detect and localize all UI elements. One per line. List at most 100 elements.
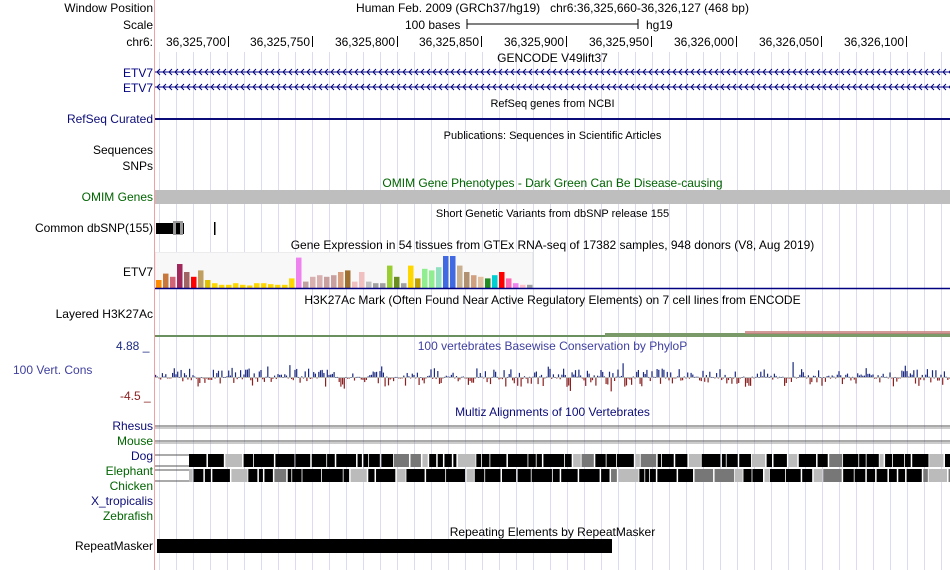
gtex-tissue-bar: [373, 283, 379, 288]
gtex-tissue-bar: [338, 272, 344, 288]
scale-bar-text: 100 bases: [405, 18, 461, 32]
gtex-tissue-bar: [296, 257, 302, 288]
publications-sequences-label[interactable]: Sequences: [93, 143, 153, 157]
species-label-dog[interactable]: Dog: [131, 449, 153, 463]
multiz-track-title: Multiz Alignments of 100 Vertebrates: [455, 405, 650, 419]
gtex-tissue-bar: [457, 265, 463, 288]
publications-snps-label[interactable]: SNPs: [122, 159, 153, 173]
ruler-tick-mark: [651, 36, 652, 47]
gtex-track-title: Gene Expression in 54 tissues from GTEx …: [290, 238, 815, 252]
gtex-tissue-bar: [499, 272, 505, 288]
gtex-tissue-bar: [275, 284, 281, 288]
ruler-tick-label: 36,325,750: [249, 35, 310, 49]
phylop-max-label: 4.88 _: [116, 339, 150, 353]
species-label-elephant[interactable]: Elephant: [106, 464, 153, 478]
gtex-tissue-bar: [261, 283, 267, 288]
phylop-min-label: -4.5 _: [120, 389, 151, 403]
gtex-tissue-bar: [191, 276, 197, 288]
ruler-tick-mark: [906, 36, 907, 47]
scale-assembly: hg19: [646, 18, 673, 32]
gtex-tissue-bar: [387, 265, 393, 288]
gtex-tissue-bar: [317, 275, 323, 288]
ruler-tick-mark: [821, 36, 822, 47]
gtex-tissue-bar: [513, 283, 519, 288]
repeatmasker-track-title: Repeating Elements by RepeatMasker: [449, 525, 656, 539]
gtex-tissue-bar: [436, 267, 442, 288]
gencode-gene-label-2[interactable]: ETV7: [123, 81, 153, 95]
gtex-tissue-bar: [506, 278, 512, 288]
species-label-mouse[interactable]: Mouse: [117, 434, 153, 448]
gtex-tissue-bar: [408, 265, 414, 288]
ruler-tick-mark: [736, 36, 737, 47]
gtex-tissue-bar: [359, 272, 365, 288]
gtex-tissue-bar: [478, 276, 484, 288]
multiz-alignments[interactable]: [155, 418, 950, 528]
ruler-tick-mark: [228, 36, 229, 47]
gtex-tissue-bar: [240, 284, 246, 288]
gtex-tissue-bar: [415, 278, 421, 288]
gtex-bar-chart[interactable]: [155, 252, 950, 290]
gtex-tissue-bar: [485, 278, 491, 288]
ruler-tick-mark: [481, 36, 482, 47]
omim-track-title: OMIM Gene Phenotypes - Dark Green Can Be…: [382, 176, 723, 190]
gtex-tissue-bar: [366, 281, 372, 288]
gtex-tissue-bar: [268, 284, 274, 288]
phylop-track-title: 100 vertebrates Basewise Conservation by…: [417, 339, 688, 353]
ruler-tick-label: 36,325,900: [503, 35, 564, 49]
gtex-tissue-bar: [310, 276, 316, 288]
gtex-tissue-bar: [303, 281, 309, 288]
omim-gene-bar[interactable]: [155, 190, 950, 204]
refseq-gene-line[interactable]: [155, 118, 950, 120]
genome-browser-image: Window Position Human Feb. 2009 (GRCh37/…: [0, 0, 950, 570]
h3k27ac-label[interactable]: Layered H3K27Ac: [56, 307, 153, 321]
phylop-label[interactable]: 100 Vert. Cons: [13, 363, 92, 377]
gtex-tissue-bar: [527, 284, 533, 288]
scale-label: Scale: [122, 18, 153, 32]
ruler-tick-mark: [312, 36, 313, 47]
gtex-tissue-bar: [422, 268, 428, 288]
gencode-gene-label-1[interactable]: ETV7: [123, 66, 153, 80]
gtex-tissue-bar: [394, 276, 400, 288]
species-label-zebrafish[interactable]: Zebrafish: [103, 509, 153, 523]
gtex-tissue-bar: [324, 276, 330, 288]
h3k27ac-signal[interactable]: [155, 326, 950, 340]
repeatmasker-element[interactable]: [157, 539, 612, 553]
gtex-tissue-bar: [198, 270, 204, 288]
species-label-x_tropicalis[interactable]: X_tropicalis: [91, 494, 153, 508]
gtex-tissue-bar: [156, 280, 162, 288]
ruler-tick-label: 36,326,100: [843, 35, 904, 49]
gtex-tissue-bar: [520, 284, 526, 288]
gtex-tissue-bar: [184, 272, 190, 288]
window-position-text: Human Feb. 2009 (GRCh37/hg19) chr6:36,32…: [356, 1, 749, 15]
ruler-tick-label: 36,325,850: [418, 35, 479, 49]
gencode-gene-features[interactable]: [155, 66, 950, 94]
dbsnp-label[interactable]: Common dbSNP(155): [35, 221, 153, 235]
gtex-tissue-bar: [331, 275, 337, 288]
gtex-tissue-bar: [345, 270, 351, 288]
gtex-tissue-bar: [247, 285, 253, 288]
chrom-label: chr6:: [126, 35, 153, 49]
dbsnp-variants[interactable]: [155, 220, 235, 236]
gtex-tissue-bar: [282, 284, 288, 288]
ruler-tick-mark: [397, 36, 398, 47]
gtex-gene-label[interactable]: ETV7: [123, 265, 153, 279]
species-label-rhesus[interactable]: Rhesus: [112, 419, 153, 433]
refseq-label[interactable]: RefSeq Curated: [67, 112, 153, 126]
gtex-tissue-bar: [443, 256, 449, 288]
gtex-tissue-bar: [380, 283, 386, 288]
species-label-chicken[interactable]: Chicken: [110, 479, 153, 493]
repeatmasker-label[interactable]: RepeatMasker: [75, 539, 153, 553]
ruler-tick-mark: [566, 36, 567, 47]
gtex-tissue-bar: [429, 270, 435, 288]
gtex-tissue-bar: [170, 276, 176, 288]
phylop-signal[interactable]: [155, 352, 950, 402]
ruler-tick-label: 36,325,950: [588, 35, 649, 49]
gtex-tissue-bar: [464, 272, 470, 288]
ruler-tick-label: 36,326,000: [673, 35, 734, 49]
gtex-tissue-bar: [401, 283, 407, 288]
gtex-tissue-bar: [352, 281, 358, 288]
gtex-tissue-bar: [212, 283, 218, 288]
gtex-tissue-bar: [226, 284, 232, 288]
omim-label[interactable]: OMIM Genes: [82, 190, 153, 204]
ruler-tick-label: 36,326,050: [758, 35, 819, 49]
